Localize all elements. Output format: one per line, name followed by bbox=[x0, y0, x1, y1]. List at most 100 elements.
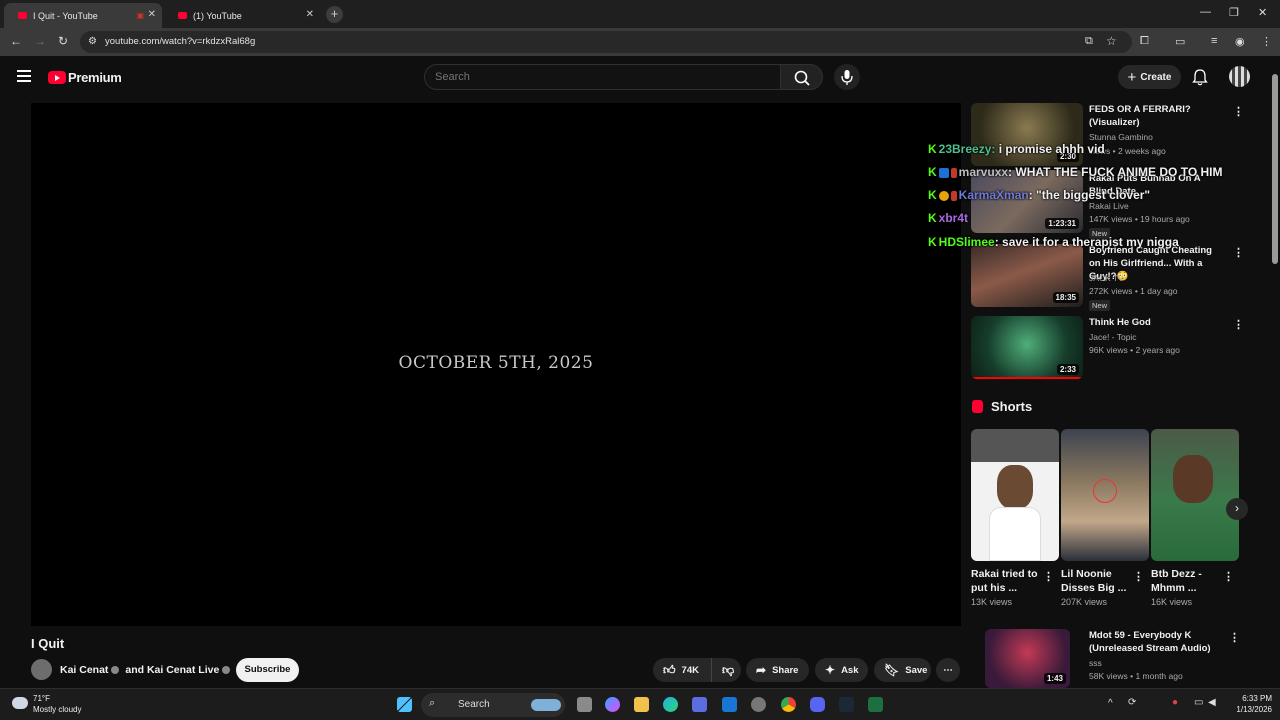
minimize-icon[interactable]: — bbox=[1200, 6, 1211, 18]
more-options-icon[interactable]: ⋮ bbox=[1233, 318, 1244, 331]
page-scrollbar[interactable] bbox=[1270, 60, 1280, 690]
chat-text: i promise ahhh vid bbox=[998, 142, 1105, 156]
copilot-icon[interactable] bbox=[605, 697, 620, 712]
microphone-icon[interactable]: ● bbox=[1172, 697, 1178, 708]
volume-icon[interactable]: ◀ bbox=[1208, 697, 1216, 708]
video-thumbnail[interactable]: 2:30 bbox=[971, 103, 1083, 166]
browser-tab-active[interactable]: I Quit - YouTube ▣ ✕ bbox=[4, 3, 162, 28]
recommendation-item[interactable]: 18:35 Boyfriend Caught Cheating on His G… bbox=[971, 244, 1244, 311]
site-info-icon[interactable]: ⚙ bbox=[88, 36, 97, 47]
short-thumbnail[interactable] bbox=[971, 429, 1059, 561]
recommendation-title[interactable]: Mdot 59 - Everybody K (Unreleased Stream… bbox=[1089, 629, 1224, 655]
mail-icon[interactable] bbox=[722, 697, 737, 712]
channel-names[interactable]: Kai Cenat and Kai Cenat Live bbox=[60, 664, 233, 676]
split-view-icon[interactable]: ▭ bbox=[1175, 35, 1185, 48]
ask-button[interactable]: ✦ Ask bbox=[815, 658, 868, 682]
more-options-icon[interactable]: ⋮ bbox=[1133, 570, 1144, 583]
forward-icon[interactable]: → bbox=[34, 34, 46, 48]
more-options-icon[interactable]: ⋮ bbox=[1233, 105, 1244, 118]
windows-start-icon[interactable] bbox=[397, 697, 412, 712]
channel-avatar[interactable] bbox=[31, 659, 52, 680]
network-icon[interactable]: ▭ bbox=[1194, 697, 1203, 708]
store-icon[interactable] bbox=[692, 697, 707, 712]
steam-icon[interactable] bbox=[839, 697, 854, 712]
short-title[interactable]: Lil Noonie Disses Big ... bbox=[1061, 567, 1131, 595]
recommendation-item[interactable]: 1:43 Mdot 59 - Everybody K (Unreleased S… bbox=[985, 629, 1239, 688]
bookmark-star-icon[interactable]: ☆ bbox=[1106, 34, 1117, 48]
excel-icon[interactable] bbox=[868, 697, 883, 712]
restore-icon[interactable]: ❐ bbox=[1229, 6, 1239, 19]
back-icon[interactable]: ← bbox=[10, 34, 22, 48]
url-text[interactable]: youtube.com/watch?v=rkdzxRal68g bbox=[105, 36, 255, 47]
task-view-icon[interactable] bbox=[577, 697, 592, 712]
search-box[interactable] bbox=[424, 64, 781, 90]
media-icon[interactable]: ≡ bbox=[1211, 35, 1217, 47]
more-options-icon[interactable]: ⋮ bbox=[1229, 631, 1239, 644]
tab-title: I Quit - YouTube bbox=[33, 10, 98, 21]
reload-icon[interactable]: ↻ bbox=[58, 34, 68, 48]
video-player[interactable]: OCTOBER 5TH, 2025 bbox=[31, 103, 961, 626]
recommendation-title[interactable]: Think He God bbox=[1089, 316, 1224, 329]
extensions-icon[interactable]: ⧠ bbox=[1140, 35, 1149, 48]
recommendation-channel[interactable]: Stunna Gambino bbox=[1089, 132, 1153, 142]
recommendation-item[interactable]: 2:30 FEDS OR A FERRARI? (Visualizer) Stu… bbox=[971, 103, 1244, 168]
save-button[interactable]: 🔖︎ Save bbox=[874, 658, 931, 682]
taskbar-search[interactable]: ⌕ Search bbox=[421, 693, 565, 717]
recommendation-channel[interactable]: sss bbox=[1089, 658, 1102, 668]
search-input[interactable] bbox=[425, 65, 780, 89]
install-icon[interactable]: ⧉ bbox=[1085, 35, 1093, 48]
recommendation-channel[interactable]: Rakai Live bbox=[1089, 201, 1129, 211]
new-tab-button[interactable]: + bbox=[326, 6, 343, 23]
notifications-bell-icon[interactable] bbox=[1192, 68, 1208, 86]
chevron-up-icon[interactable]: ^ bbox=[1108, 698, 1113, 709]
account-avatar[interactable] bbox=[1229, 66, 1250, 87]
file-explorer-icon[interactable] bbox=[634, 697, 649, 712]
discord-icon[interactable] bbox=[810, 697, 825, 712]
bookmark-icon: 🔖︎ bbox=[884, 663, 900, 677]
kick-icon: K bbox=[928, 235, 937, 249]
clock[interactable]: 6:33 PM 1/13/2026 bbox=[1236, 693, 1272, 715]
short-thumbnail[interactable] bbox=[1061, 429, 1149, 561]
scrollbar-thumb[interactable] bbox=[1272, 74, 1278, 264]
badge-icon bbox=[938, 167, 949, 178]
sync-icon[interactable]: ⟳ bbox=[1128, 697, 1136, 708]
weather-widget[interactable]: 71°F Mostly cloudy bbox=[12, 693, 81, 715]
voice-search-button[interactable] bbox=[834, 64, 860, 90]
like-button[interactable]: 👍︎ 74K bbox=[653, 658, 711, 682]
close-tab-icon[interactable]: ✕ bbox=[306, 9, 314, 20]
create-button[interactable]: + Create bbox=[1118, 65, 1181, 89]
hamburger-menu-icon[interactable] bbox=[17, 70, 31, 85]
close-tab-icon[interactable]: ✕ bbox=[148, 9, 156, 20]
edge-icon[interactable] bbox=[663, 697, 678, 712]
search-button[interactable] bbox=[780, 64, 823, 90]
more-actions-button[interactable]: ⋯ bbox=[936, 658, 960, 682]
recommendation-title[interactable]: FEDS OR A FERRARI? (Visualizer) bbox=[1089, 103, 1224, 129]
profile-icon[interactable]: ◉ bbox=[1235, 35, 1245, 48]
recommendation-channel[interactable]: JACK TV bbox=[1089, 273, 1124, 283]
video-thumbnail[interactable]: 18:35 bbox=[971, 244, 1083, 307]
more-options-icon[interactable]: ⋮ bbox=[1233, 246, 1244, 259]
recommendation-item[interactable]: 1:23:31 Rakai Puts Bunnab On A Blind Dat… bbox=[971, 170, 1239, 239]
channel-name[interactable]: Kai Cenat bbox=[60, 664, 108, 676]
more-options-icon[interactable]: ⋮ bbox=[1043, 570, 1054, 583]
share-button[interactable]: ➦ Share bbox=[746, 658, 809, 682]
video-thumbnail[interactable]: 1:43 bbox=[985, 629, 1070, 688]
browser-tab[interactable]: (1) YouTube ✕ bbox=[164, 3, 320, 28]
more-options-icon[interactable]: ⋮ bbox=[1223, 570, 1234, 583]
short-title[interactable]: Btb Dezz - Mhmm ... bbox=[1151, 567, 1221, 595]
video-thumbnail[interactable]: 2:33 bbox=[971, 316, 1083, 379]
recommendation-item[interactable]: 2:33 Think He God Jace! - Topic 96K view… bbox=[971, 316, 1244, 381]
subscribe-button[interactable]: Subscribe bbox=[236, 658, 299, 682]
shorts-next-button[interactable]: › bbox=[1226, 498, 1248, 520]
dislike-button[interactable]: 👎︎ bbox=[711, 658, 741, 682]
browser-menu-icon[interactable]: ⋮ bbox=[1261, 35, 1272, 48]
omnibox[interactable]: ⚙ youtube.com/watch?v=rkdzxRal68g ⧉ ☆ bbox=[80, 31, 1132, 53]
settings-icon[interactable] bbox=[751, 697, 766, 712]
recommendation-channel[interactable]: Jace! - Topic bbox=[1089, 332, 1137, 342]
chrome-icon[interactable] bbox=[781, 697, 796, 712]
short-thumbnail[interactable] bbox=[1151, 429, 1239, 561]
close-window-icon[interactable]: ✕ bbox=[1258, 6, 1267, 19]
short-title[interactable]: Rakai tried to put his ... bbox=[971, 567, 1041, 595]
youtube-premium-logo[interactable]: Premium bbox=[48, 70, 122, 85]
channel-name-2[interactable]: Kai Cenat Live bbox=[147, 664, 219, 676]
